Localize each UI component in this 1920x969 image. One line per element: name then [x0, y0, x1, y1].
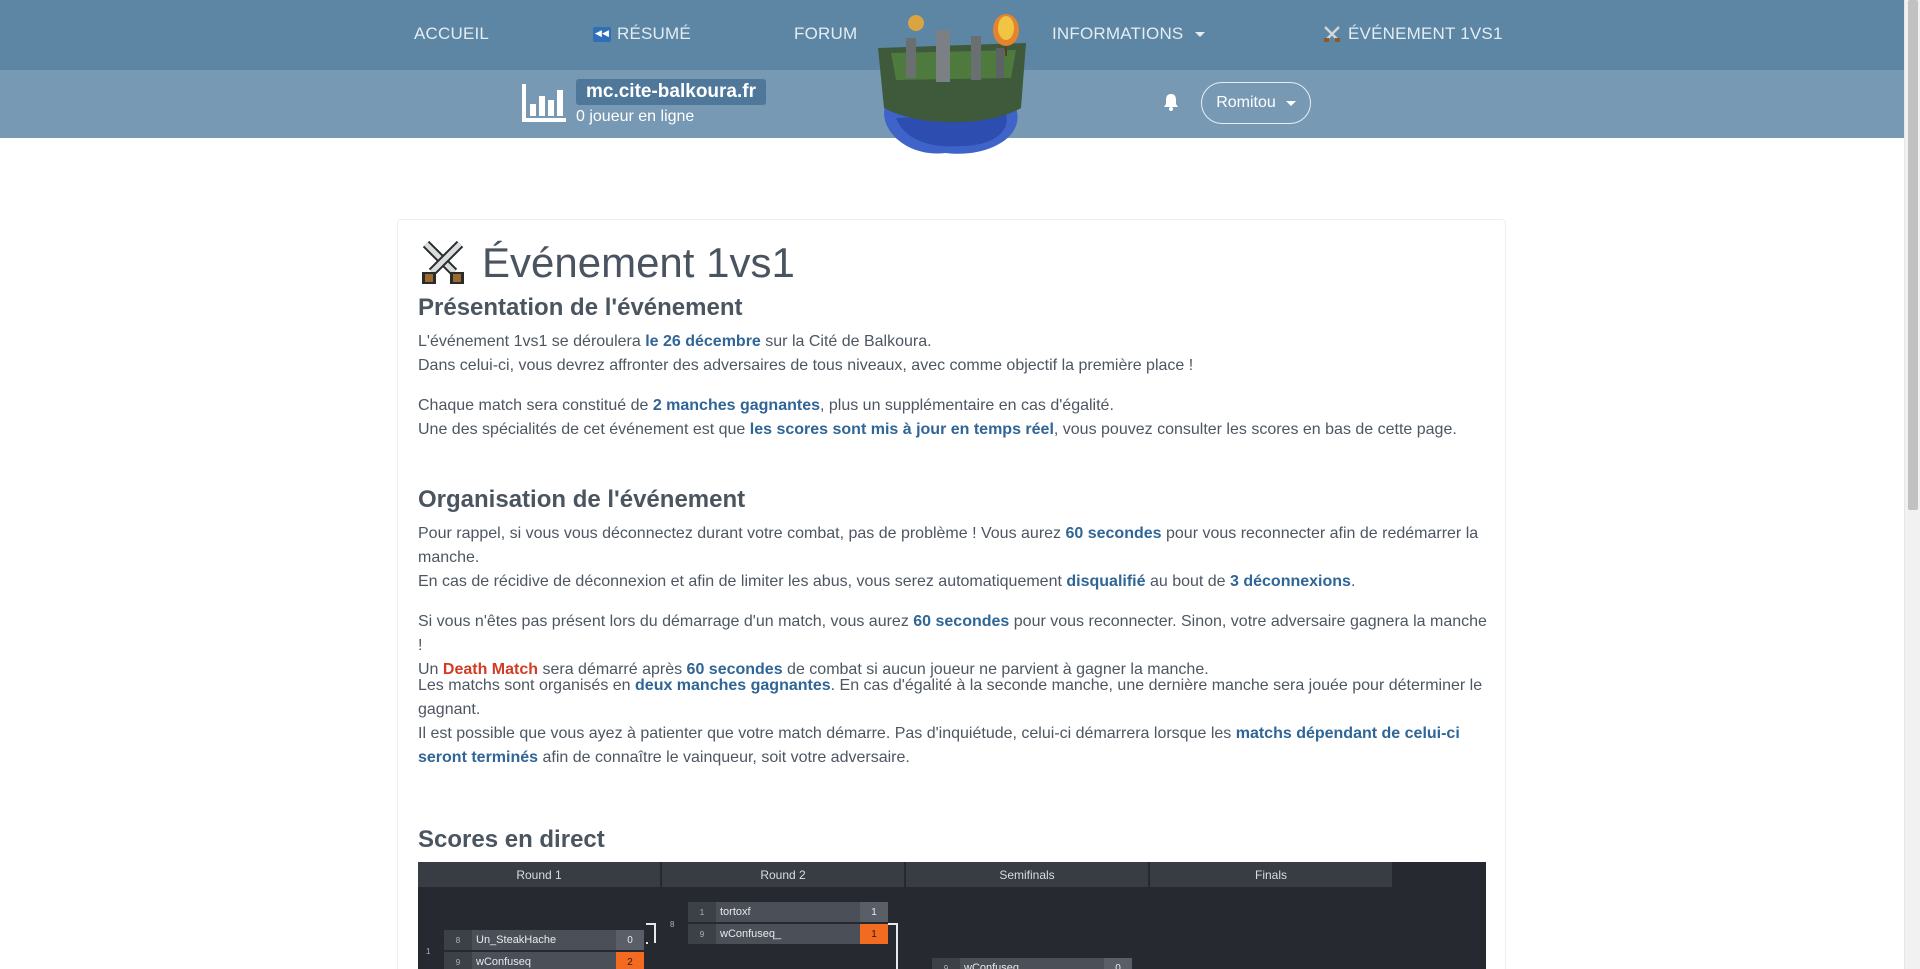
round-header: Finals	[1150, 862, 1392, 887]
text: Chaque match sera constitué de	[418, 397, 653, 414]
text: afin de connaître le vainqueur, soit vot…	[538, 749, 910, 766]
bracket-match[interactable]: 1 tortoxf 1 9 wConfuseq_ 1	[688, 902, 888, 944]
team-score-winner: 2	[616, 952, 644, 969]
text: Dans celui-ci, vous devrez affronter des…	[418, 357, 1194, 374]
server-address[interactable]: mc.cite-balkoura.fr	[576, 79, 766, 105]
highlight-text: 60 secondes	[1065, 525, 1162, 542]
nav-informations-label: INFORMATIONS	[1052, 24, 1184, 43]
event-title-text: Événement 1vs1	[482, 239, 795, 286]
section-organisation-title: Organisation de l'événement	[418, 486, 746, 513]
nav-forum[interactable]: FORUM	[794, 24, 857, 44]
site-logo[interactable]	[866, 8, 1038, 158]
nav-informations[interactable]: INFORMATIONS	[1052, 24, 1206, 44]
chevron-down-icon	[1285, 100, 1296, 106]
section-scores-title: Scores en direct	[418, 826, 605, 853]
team-seed: 1	[688, 902, 716, 922]
highlight-text: disqualifié	[1066, 573, 1146, 590]
team-score-winner: 1	[860, 924, 888, 944]
section-presentation-title: Présentation de l'événement	[418, 294, 743, 321]
nav-accueil-label: ACCUEIL	[414, 24, 490, 43]
nav-event-1vs1[interactable]: ÉVÉNEMENT 1VS1	[1322, 24, 1503, 44]
highlight-text: deux manches gagnantes	[635, 677, 831, 694]
paragraph: Les matchs sont organisés en deux manche…	[418, 674, 1493, 770]
round-header: Semifinals	[906, 862, 1148, 887]
bracket-team[interactable]: 9 wConfuseq_ 1	[688, 924, 888, 944]
swords-icon	[1324, 26, 1340, 42]
text: Il est possible que vous ayez à patiente…	[418, 725, 1236, 742]
nav-forum-label: FORUM	[794, 24, 858, 43]
round-header: Round 2	[662, 862, 904, 887]
page: ACCUEIL ◀◀ RÉSUMÉ FORUM INFORMATIONS ÉVÉ…	[0, 0, 1920, 969]
rewind-icon: ◀◀	[593, 26, 611, 42]
highlight-text: 3 déconnexions	[1230, 573, 1351, 590]
nav-resume-label: RÉSUMÉ	[617, 24, 691, 43]
bracket-team[interactable]: 9 wConfuseq 0	[932, 958, 1132, 969]
text: Si vous n'êtes pas présent lors du démar…	[418, 613, 914, 630]
text: L'événement 1vs1 se déroulera	[418, 333, 646, 350]
team-name: wConfuseq	[964, 962, 1020, 969]
scrollbar-thumb[interactable]	[1908, 0, 1918, 510]
round-header: Round 1	[418, 862, 660, 887]
bracket-team[interactable]: 9 wConfuseq 2	[444, 952, 644, 969]
text: , vous pouvez consulter les scores en ba…	[1053, 421, 1457, 438]
team-seed: 9	[688, 924, 716, 944]
bell-icon[interactable]	[1162, 92, 1180, 112]
bracket-connector	[646, 923, 656, 943]
team-name: Un_SteakHache	[476, 934, 557, 946]
bracket-match[interactable]: 8 Un_SteakHache 0 9 wConfuseq 2	[444, 930, 644, 969]
paragraph: L'événement 1vs1 se déroulera le 26 déce…	[418, 330, 1493, 378]
text: Les matchs sont organisés en	[418, 677, 636, 694]
team-score: 1	[860, 902, 888, 922]
highlight-text: les scores sont mis à jour en temps réel	[749, 421, 1054, 438]
nav-accueil[interactable]: ACCUEIL	[414, 24, 489, 44]
bracket-team[interactable]: 1 tortoxf 1	[688, 902, 888, 922]
online-count: 0 joueur en ligne	[576, 108, 695, 125]
team-seed: 8	[444, 930, 472, 950]
nav-event-label: ÉVÉNEMENT 1VS1	[1348, 24, 1503, 43]
team-name: wConfuseq_	[720, 928, 782, 940]
highlight-text: 2 manches gagnantes	[652, 397, 820, 414]
team-seed: 9	[444, 952, 472, 969]
text: Une des spécialités de cet événement est…	[418, 421, 750, 438]
user-name: Romitou	[1216, 94, 1276, 111]
match-number: 8	[670, 920, 675, 929]
bracket-connector	[888, 923, 898, 969]
paragraph: Pour rappel, si vous vous déconnectez du…	[418, 522, 1493, 594]
team-seed: 9	[932, 958, 960, 969]
team-name: wConfuseq	[476, 956, 532, 968]
highlight-text: le 26 décembre	[645, 333, 761, 350]
text: En cas de récidive de déconnexion et afi…	[418, 573, 1067, 590]
bracket-connector	[646, 942, 648, 944]
text: .	[1350, 573, 1356, 590]
nav-resume[interactable]: ◀◀ RÉSUMÉ	[593, 24, 691, 44]
chevron-down-icon	[1195, 31, 1206, 37]
highlight-text: 60 secondes	[913, 613, 1010, 630]
match-number: 1	[426, 947, 431, 956]
team-score: 0	[1104, 958, 1132, 969]
crossed-swords-icon	[418, 238, 468, 288]
text: au bout de	[1145, 573, 1231, 590]
bracket-team[interactable]: 8 Un_SteakHache 0	[444, 930, 644, 950]
page-scrollbar[interactable]	[1904, 0, 1920, 969]
user-menu-button[interactable]: Romitou	[1201, 82, 1311, 124]
text: , plus un supplémentaire en cas d'égalit…	[819, 397, 1114, 414]
tournament-bracket: Round 1 Round 2 Semifinals Finals 1 8 8 …	[418, 862, 1486, 969]
paragraph: Si vous n'êtes pas présent lors du démar…	[418, 610, 1493, 682]
team-name: tortoxf	[720, 906, 751, 918]
page-title: Événement 1vs1	[418, 236, 795, 290]
team-score: 0	[616, 930, 644, 950]
text: Pour rappel, si vous vous déconnectez du…	[418, 525, 1066, 542]
paragraph: Chaque match sera constitué de 2 manches…	[418, 394, 1493, 442]
bracket-match[interactable]: 9 wConfuseq 0	[932, 958, 1132, 969]
bar-chart-icon	[522, 84, 566, 122]
text: sur la Cité de Balkoura.	[760, 333, 932, 350]
